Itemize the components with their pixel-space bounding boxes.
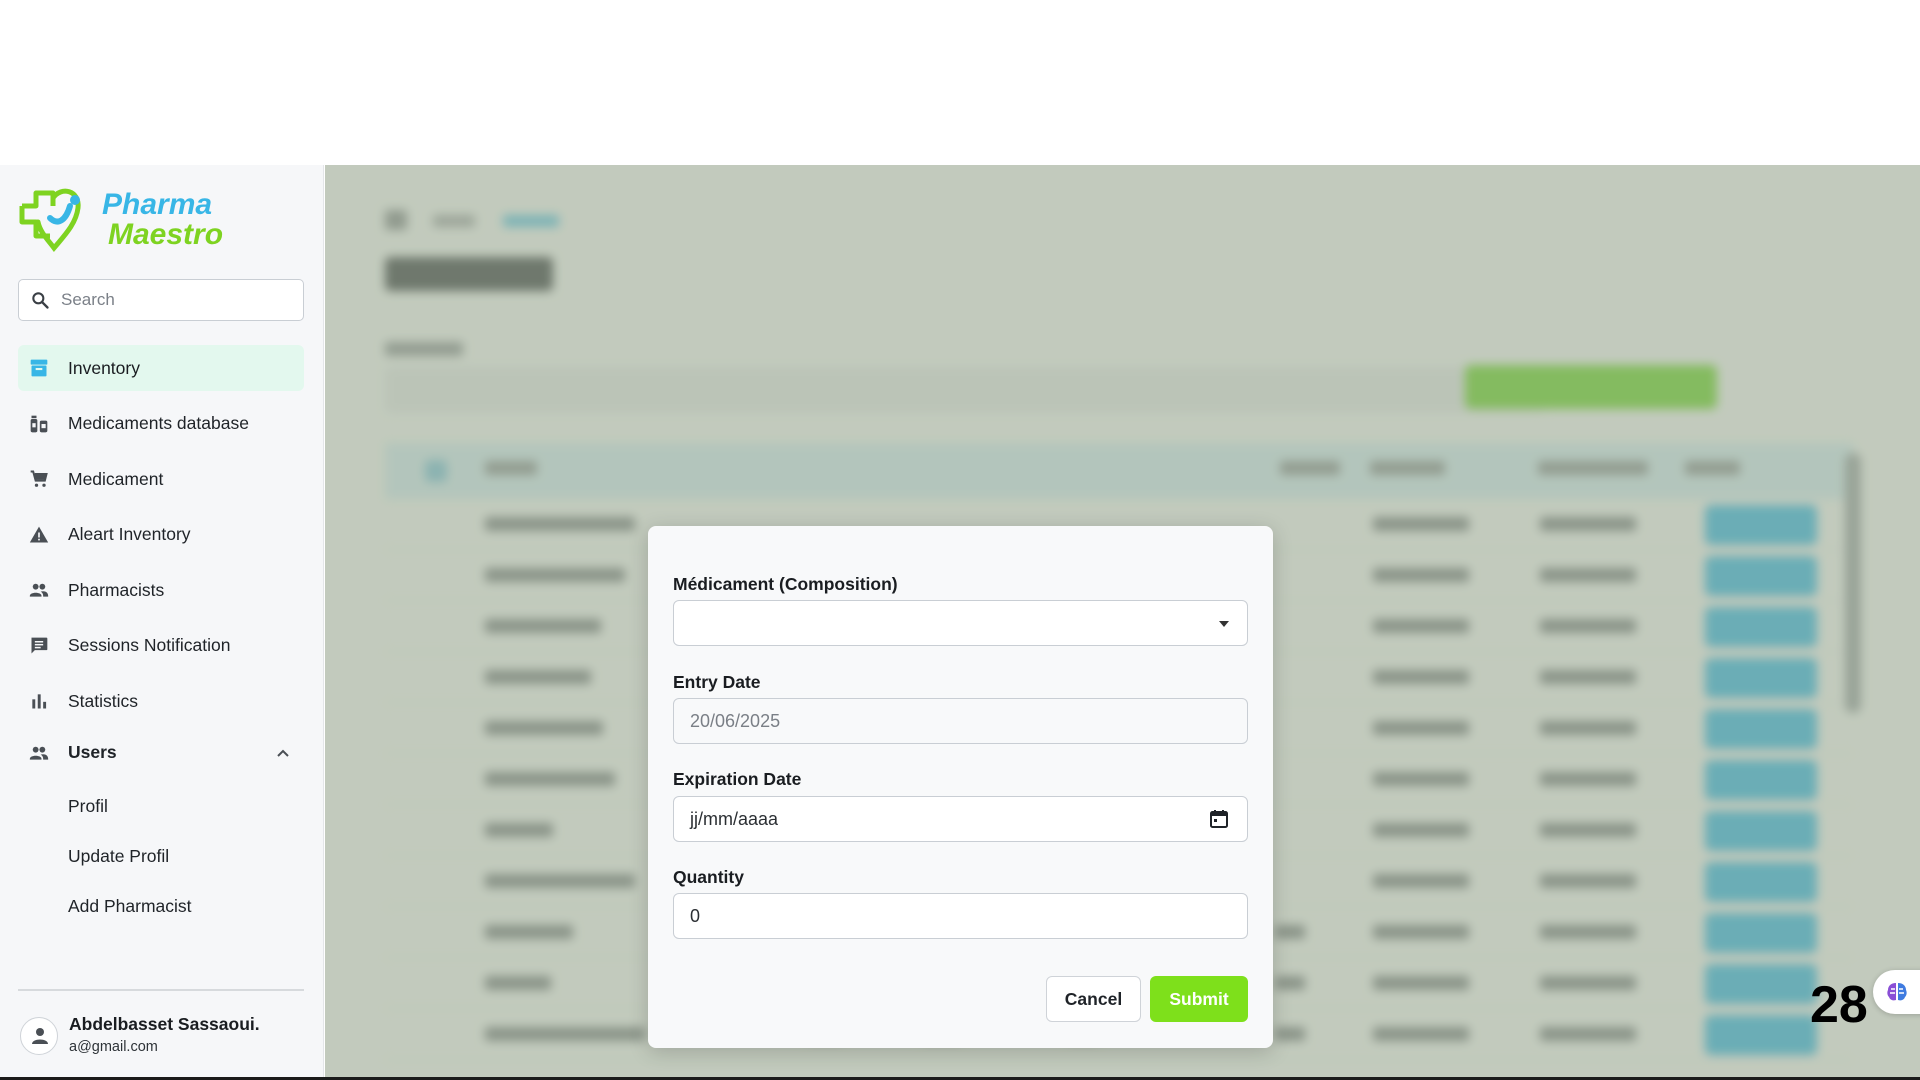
quantity-value: 0 <box>690 906 701 926</box>
sidebar-item-medicament[interactable]: Medicament <box>18 456 304 502</box>
calendar-icon[interactable] <box>1209 809 1229 829</box>
add-stock-dialog: Médicament (Composition) Entry Date 20/0… <box>648 526 1273 1048</box>
users-submenu: Profil Update Profil Add Pharmacist <box>18 781 304 931</box>
chat-icon <box>31 637 48 653</box>
sidebar-item-statistics[interactable]: Statistics <box>18 678 304 724</box>
slide-number: 28 <box>1810 976 1868 1034</box>
app-window: Pharma Maestro Inventory <box>0 165 1920 1078</box>
people-icon <box>29 583 49 597</box>
sidebar-item-label: Statistics <box>68 690 139 711</box>
sidebar-subitem-update-profil[interactable]: Update Profil <box>18 831 304 881</box>
people-icon <box>29 746 49 760</box>
svg-text:Pharma: Pharma <box>102 188 212 221</box>
cancel-button[interactable]: Cancel <box>1046 976 1141 1022</box>
search-icon <box>32 292 49 309</box>
medicaments-icon <box>30 415 48 432</box>
search-input[interactable] <box>61 285 297 315</box>
bar-chart-icon <box>32 694 47 709</box>
submit-button[interactable]: Submit <box>1150 976 1248 1022</box>
pharma-maestro-logo[interactable]: Pharma Maestro <box>18 184 248 256</box>
sidebar-divider <box>18 989 304 991</box>
sidebar-item-sessions-notification[interactable]: Sessions Notification <box>18 623 304 669</box>
avatar[interactable] <box>20 1017 58 1055</box>
sidebar-subitem-add-pharmacist[interactable]: Add Pharmacist <box>18 881 304 931</box>
search-box[interactable] <box>18 279 304 321</box>
sidebar-subitem-profil[interactable]: Profil <box>18 781 304 831</box>
sidebar-item-aleart-inventory[interactable]: Aleart Inventory <box>18 512 304 558</box>
expiration-date-field[interactable]: jj/mm/aaaa <box>673 796 1248 842</box>
sidebar-item-inventory[interactable]: Inventory <box>18 345 304 391</box>
sidebar-nav: Inventory Medicaments database Medicamen… <box>18 345 304 931</box>
dropdown-caret-icon[interactable] <box>1219 621 1229 627</box>
quantity-field[interactable]: 0 <box>673 893 1248 939</box>
sidebar: Pharma Maestro Inventory <box>0 165 324 1078</box>
sidebar-item-medicaments-database[interactable]: Medicaments database <box>18 401 304 447</box>
sidebar-item-label: Inventory <box>68 357 140 378</box>
user-name: Abdelbasset Sassaoui. <box>69 1014 260 1034</box>
user-icon <box>32 1028 48 1044</box>
sidebar-item-label: Medicament <box>68 468 164 489</box>
quantity-label: Quantity <box>673 867 744 887</box>
expiration-date-value: jj/mm/aaaa <box>690 809 779 829</box>
warning-icon <box>29 526 49 542</box>
sidebar-item-label: Users <box>68 742 117 762</box>
entry-date-field[interactable]: 20/06/2025 <box>673 698 1248 744</box>
cart-icon <box>30 470 48 487</box>
sidebar-item-label: Pharmacists <box>68 579 165 600</box>
assistant-tab[interactable] <box>1873 970 1920 1014</box>
expiration-date-label: Expiration Date <box>673 769 802 789</box>
svg-text:Maestro: Maestro <box>108 218 223 251</box>
sidebar-item-label: Aleart Inventory <box>68 524 191 544</box>
brain-icon <box>1887 983 1907 1001</box>
sidebar-item-label: Medicaments database <box>68 413 249 433</box>
medicament-select[interactable] <box>673 600 1248 646</box>
medicament-label: Médicament (Composition) <box>673 574 898 594</box>
sidebar-item-users[interactable]: Users <box>18 734 304 772</box>
sidebar-item-pharmacists[interactable]: Pharmacists <box>18 567 304 613</box>
sidebar-item-label: Sessions Notification <box>68 635 231 655</box>
chevron-up-icon[interactable] <box>276 746 290 760</box>
entry-date-value: 20/06/2025 <box>690 711 781 731</box>
user-email: a@gmail.com <box>69 1039 158 1055</box>
inventory-icon <box>30 359 48 377</box>
entry-date-label: Entry Date <box>673 672 761 692</box>
